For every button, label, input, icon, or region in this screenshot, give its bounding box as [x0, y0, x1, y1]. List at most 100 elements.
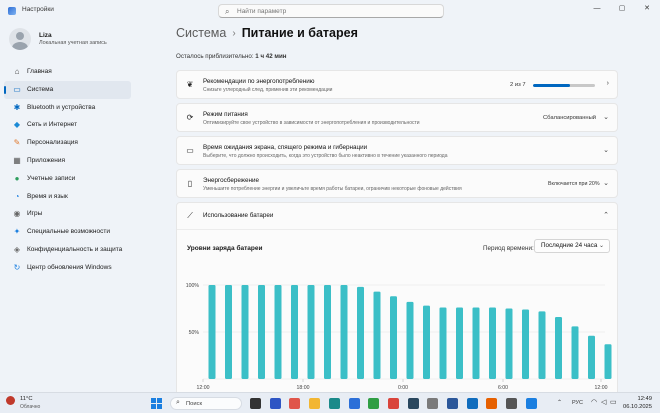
battery-bar — [489, 307, 496, 379]
chrome-icon[interactable] — [387, 398, 399, 409]
xbox-icon[interactable] — [368, 398, 380, 409]
energy-saver-card[interactable]: ▯ Энергосбережение Уменьшите потребление… — [176, 169, 618, 198]
weather-temperature[interactable]: 11°C — [20, 396, 33, 402]
x-tick-label: 6:00 — [498, 385, 508, 391]
gaming-icon: ◉ — [13, 209, 21, 219]
sidebar-item-personalization[interactable]: ✎ Персонализация — [4, 134, 131, 152]
sidebar-item-label: Сеть и Интернет — [27, 121, 78, 129]
sidebar-item-apps[interactable]: ▦ Приложения — [4, 152, 131, 170]
word-icon[interactable] — [447, 398, 458, 409]
power-mode-card[interactable]: ⟳ Режим питания Оптимизируйте свое устро… — [176, 103, 618, 132]
sidebar-item-accessibility[interactable]: ✦ Специальные возможности — [4, 223, 131, 241]
battery-bar — [258, 285, 265, 379]
chevron-up-icon[interactable]: ⌃ — [603, 211, 609, 219]
personalization-icon: ✎ — [13, 138, 21, 148]
game-icon[interactable] — [269, 398, 281, 409]
sidebar-item-label: Персонализация — [27, 139, 78, 147]
chevron-down-icon[interactable]: ⌄ — [603, 113, 609, 121]
search-input[interactable] — [237, 6, 437, 16]
sidebar-item-bluetooth[interactable]: ✱ Bluetooth и устройства — [4, 99, 131, 117]
user-avatar[interactable] — [9, 28, 31, 50]
maximize-button[interactable]: ▢ — [611, 2, 633, 16]
battery-bar — [588, 335, 595, 379]
home-icon: ⌂ — [14, 67, 20, 76]
battery-bar — [291, 285, 298, 379]
sidebar-item-windows-update[interactable]: ↻ Центр обновления Windows — [4, 259, 131, 277]
chevron-down-icon: ⌄ — [598, 243, 604, 249]
settings-search-box[interactable]: ⌕ — [218, 4, 444, 18]
battery-bar — [340, 285, 348, 379]
tray-overflow-icon[interactable]: ⌃ — [557, 399, 562, 406]
energy-saver-value: Включается при 20% — [548, 181, 600, 187]
settings-gear-icon[interactable] — [506, 398, 518, 409]
sidebar-item-label: Конфиденциальность и защита — [27, 245, 123, 253]
battery-bar — [423, 305, 430, 379]
security-icon[interactable] — [525, 398, 537, 409]
battery-usage-card: ⟋ Использование батареи ⌃ Уровни заряда … — [176, 202, 618, 392]
account-type: Локальная учетная запись — [39, 40, 107, 46]
start-button[interactable] — [151, 398, 162, 409]
sidebar-item-home[interactable]: ⌂ Главная — [4, 63, 131, 81]
breadcrumb: Система › Питание и батарея — [176, 26, 358, 40]
recommendations-card[interactable]: ❦ Рекомендации по энергопотреблению Сниз… — [176, 70, 618, 99]
sidebar-item-network[interactable]: ◆ Сеть и Интернет — [4, 116, 131, 134]
file-explorer-icon[interactable] — [309, 398, 321, 409]
main-content: Система › Питание и батарея Осталось прибл… — [174, 22, 620, 392]
privacy-shield-icon: ◈ — [13, 244, 21, 254]
window-title: Настройки — [22, 6, 54, 13]
chart-title: Уровни заряда батареи — [187, 245, 263, 252]
windows-update-icon: ↻ — [13, 262, 21, 272]
leaf-icon: ❦ — [186, 80, 194, 89]
task-view-icon[interactable] — [250, 398, 261, 409]
battery-usage-icon: ⟋ — [187, 211, 193, 220]
photos-icon[interactable] — [289, 398, 301, 409]
steam-icon[interactable] — [407, 398, 419, 409]
period-select[interactable]: Последние 24 часа ⌄ — [534, 239, 610, 253]
clock-time[interactable]: 12:49 — [618, 396, 652, 402]
sidebar-item-label: Специальные возможности — [27, 228, 110, 236]
battery-bar — [472, 307, 480, 379]
battery-bar — [324, 285, 331, 379]
sidebar-item-privacy-shield[interactable]: ◈ Конфиденциальность и защита — [4, 241, 131, 259]
weather-icon[interactable] — [6, 396, 15, 405]
recommendations-title: Рекомендации по энергопотреблению — [203, 78, 315, 85]
weather-condition[interactable]: Облачно — [20, 404, 40, 410]
volume-icon[interactable]: ◁ — [601, 398, 606, 406]
clock-date[interactable]: 06.10.2025 — [618, 404, 652, 410]
sidebar-item-accounts[interactable]: ● Учетные записи — [4, 170, 131, 188]
battery-bar — [241, 285, 249, 379]
battery-bar — [538, 311, 546, 379]
energy-saver-subtitle: Уменьшите потребление энергии и увеличьт… — [203, 186, 462, 192]
outlook-icon[interactable] — [466, 398, 478, 409]
app-icon[interactable] — [427, 398, 439, 409]
language-indicator[interactable]: РУС — [572, 400, 583, 406]
accounts-icon: ● — [14, 173, 20, 183]
sidebar-item-system[interactable]: ▭ Система — [4, 80, 131, 99]
power-mode-select[interactable]: Сбалансированный — [543, 115, 596, 121]
x-tick-label: 12:00 — [595, 385, 608, 391]
battery-bar — [390, 296, 397, 379]
sidebar-item-gaming[interactable]: ◉ Игры — [4, 205, 131, 223]
screen-timeout-card[interactable]: ▭ Время ожидания экрана, спящего режима … — [176, 136, 618, 165]
edge-browser-icon[interactable] — [328, 398, 340, 409]
x-tick-label: 12:00 — [197, 385, 210, 391]
y-tick-label: 100% — [186, 283, 200, 289]
sidebar-item-label: Главная — [27, 68, 52, 75]
minimize-button[interactable]: — — [586, 2, 608, 16]
taskbar-search[interactable]: ⌕ Поиск — [170, 397, 242, 410]
title-bar: Настройки ⌕ — ▢ ✕ — [0, 0, 660, 22]
store-icon[interactable] — [348, 398, 360, 409]
battery-bar — [456, 307, 463, 379]
close-button[interactable]: ✕ — [636, 2, 658, 16]
wifi-icon[interactable]: ◠ — [591, 398, 597, 406]
breadcrumb-parent[interactable]: Система — [176, 26, 226, 40]
battery-icon[interactable]: ▭ — [610, 398, 617, 406]
sidebar-item-label: Игры — [27, 210, 43, 218]
sidebar-item-time-language[interactable]: ◔ Время и язык — [4, 188, 131, 206]
chevron-down-icon[interactable]: ⌄ — [603, 179, 609, 187]
firefox-icon[interactable] — [486, 398, 498, 409]
sidebar-item-label: Приложения — [27, 156, 66, 164]
chevron-down-icon[interactable]: ⌄ — [603, 146, 609, 154]
battery-bar — [208, 285, 216, 379]
taskbar-search-label: Поиск — [186, 401, 203, 407]
